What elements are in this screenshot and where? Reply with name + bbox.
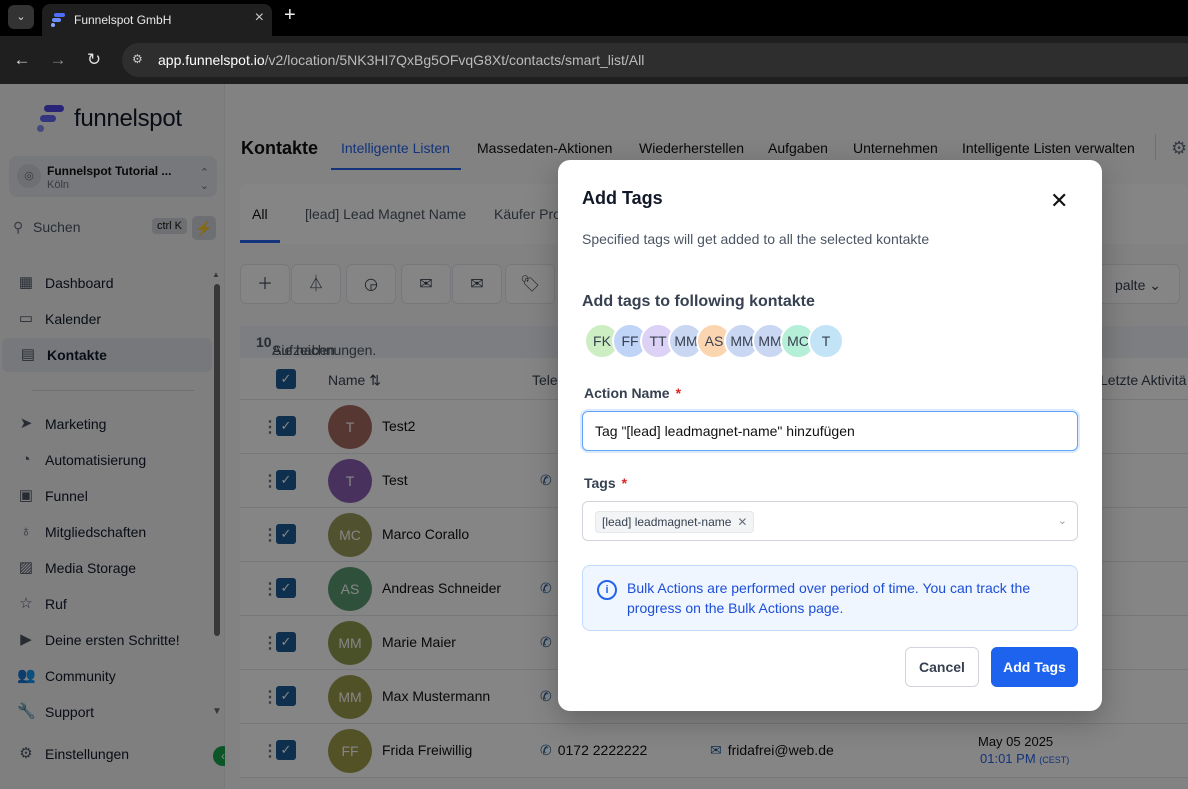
info-icon: i (597, 580, 617, 600)
action-name-input[interactable] (582, 411, 1078, 451)
tag-chip: [lead] leadmagnet-name ✕ (595, 511, 755, 533)
url-text: app.funnelspot.io/v2/location/5NK3HI7QxB… (158, 52, 645, 68)
add-tags-modal: Add Tags ✕ Specified tags will get added… (558, 160, 1102, 711)
info-banner: i Bulk Actions are performed over period… (582, 565, 1078, 631)
modal-subtitle: Specified tags will get added to all the… (582, 231, 930, 247)
tags-select[interactable]: [lead] leadmagnet-name ✕ ⌄ (582, 501, 1078, 541)
selected-contacts-avatars: FK FF TT MM AS MM MM MC T (584, 323, 884, 359)
tab-search-dropdown-icon[interactable]: ⌄ (8, 5, 34, 29)
browser-tab[interactable]: Funnelspot GmbH × (42, 4, 272, 36)
add-tags-button[interactable]: Add Tags (991, 647, 1078, 687)
action-name-label: Action Name * (584, 385, 682, 401)
browser-chrome: ⌄ Funnelspot GmbH × + ← → ↻ ⚙ app.funnel… (0, 0, 1188, 84)
site-settings-icon[interactable]: ⚙ (132, 52, 148, 68)
tab-title: Funnelspot GmbH (74, 13, 172, 27)
cancel-button[interactable]: Cancel (905, 647, 979, 687)
remove-tag-icon[interactable]: ✕ (737, 515, 747, 529)
tab-strip: ⌄ Funnelspot GmbH × + (0, 0, 1188, 36)
info-text: Bulk Actions are performed over period o… (627, 580, 1031, 616)
close-icon[interactable]: ✕ (1050, 190, 1068, 212)
funnelspot-favicon-icon (51, 13, 65, 27)
forward-icon[interactable]: → (46, 48, 70, 72)
back-icon[interactable]: ← (10, 48, 34, 72)
modal-title: Add Tags (582, 188, 663, 208)
chevron-down-icon: ⌄ (1057, 515, 1067, 527)
navigation-bar: ← → ↻ ⚙ app.funnelspot.io/v2/location/5N… (0, 36, 1188, 84)
close-tab-icon[interactable]: × (255, 9, 264, 27)
new-tab-icon[interactable]: + (284, 4, 296, 27)
contacts-label: Add tags to following kontakte (582, 293, 815, 310)
contact-avatar: T (808, 323, 844, 359)
reload-icon[interactable]: ↻ (82, 48, 106, 72)
tags-label: Tags * (584, 475, 628, 491)
address-bar[interactable]: ⚙ app.funnelspot.io/v2/location/5NK3HI7Q… (122, 43, 1188, 77)
